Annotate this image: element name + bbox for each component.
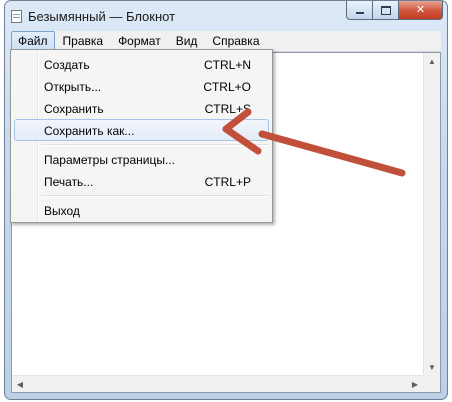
maximize-icon [380, 5, 391, 15]
menu-item-label: Печать... [44, 175, 94, 189]
menu-item-exit[interactable]: Выход [14, 199, 269, 221]
menu-item-shortcut: CTRL+P [204, 175, 251, 189]
file-menu-dropdown: Создать CTRL+N Открыть... CTRL+O Сохрани… [10, 49, 273, 223]
menu-item-label: Выход [44, 204, 80, 218]
menu-format[interactable]: Формат [111, 31, 168, 51]
horizontal-scrollbar[interactable]: ◀ ▶ [12, 375, 423, 392]
notepad-icon[interactable] [11, 10, 22, 23]
menu-item-shortcut: CTRL+O [203, 80, 251, 94]
caption-buttons: ✕ [346, 1, 443, 20]
menu-item-page-setup[interactable]: Параметры страницы... [14, 148, 269, 170]
menu-item-open[interactable]: Открыть... CTRL+O [14, 75, 269, 97]
menu-item-label: Сохранить как... [44, 124, 135, 138]
scroll-corner [423, 375, 440, 392]
vertical-scrollbar[interactable]: ▲ ▼ [423, 53, 440, 375]
close-icon: ✕ [415, 3, 426, 16]
menu-item-print[interactable]: Печать... CTRL+P [14, 170, 269, 192]
menu-item-label: Создать [44, 58, 90, 72]
menu-item-label: Параметры страницы... [44, 153, 175, 167]
menu-help[interactable]: Справка [205, 31, 266, 51]
scroll-right-icon[interactable]: ▶ [407, 376, 423, 392]
menu-item-shortcut: CTRL+S [204, 102, 251, 116]
window-title: Безымянный — Блокнот [28, 9, 176, 24]
menu-item-label: Сохранить [44, 102, 104, 116]
scroll-down-icon[interactable]: ▼ [424, 359, 440, 375]
menu-item-shortcut: CTRL+N [203, 58, 251, 72]
scroll-up-icon[interactable]: ▲ [424, 53, 440, 69]
minimize-button[interactable] [346, 1, 373, 20]
menu-item-new[interactable]: Создать CTRL+N [14, 53, 269, 75]
scroll-left-icon[interactable]: ◀ [12, 376, 28, 392]
menu-view[interactable]: Вид [169, 31, 205, 51]
menu-edit[interactable]: Правка [56, 31, 111, 51]
maximize-button[interactable] [373, 1, 399, 20]
menu-item-label: Открыть... [44, 80, 102, 94]
minimize-icon [355, 12, 364, 14]
menu-item-save-as[interactable]: Сохранить как... [14, 119, 269, 141]
title-bar[interactable]: Безымянный — Блокнот ✕ [5, 1, 447, 31]
menu-item-save[interactable]: Сохранить CTRL+S [14, 97, 269, 119]
menu-separator [41, 195, 269, 197]
close-button[interactable]: ✕ [399, 1, 443, 20]
menu-separator [41, 144, 269, 146]
menu-file[interactable]: Файл [11, 31, 55, 51]
